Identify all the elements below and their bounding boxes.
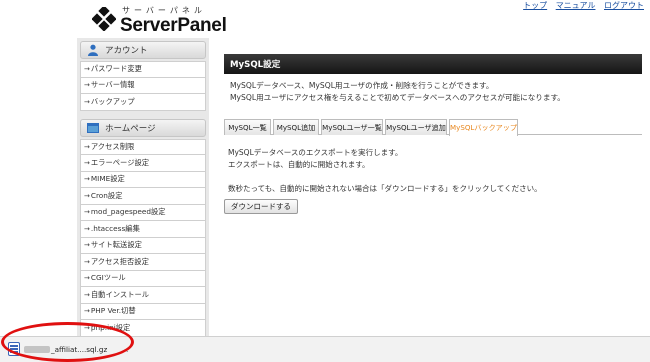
menu-label: MIME設定 [90,174,125,184]
sidebar-item-php-version[interactable]: → PHP Ver.切替 [80,303,206,320]
menu-label: パスワード変更 [90,64,142,74]
page-title: MySQL設定 [224,54,642,74]
menu-label: サイト転送設定 [90,240,142,250]
homepage-icon [87,122,99,133]
sidebar-item-htaccess[interactable]: → .htaccess編集 [80,221,206,238]
logo-diamond-icon [92,7,116,31]
menu-label: PHP Ver.切替 [90,306,136,316]
sidebar-item-access-limit[interactable]: → アクセス制限 [80,138,206,155]
arrow-icon: → [84,191,90,200]
sidebar-section-homepage: ホームページ [80,118,206,137]
sidebar-item-cgi-tools[interactable]: → CGIツール [80,270,206,287]
content-line: 数秒たっても、自動的に開始されない場合は「ダウンロードする」をクリックしてくださ… [228,184,542,193]
menu-label: php.ini設定 [90,322,131,332]
menu-label: 自動インストール [90,289,150,299]
homepage-menu: → アクセス制限 → エラーページ設定 → MIME設定 → Cron設定 → mod_p… [80,138,206,337]
arrow-icon: → [84,307,90,316]
menu-label: バックアップ [90,96,135,106]
sidebar: アカウント → パスワード変更 → サーバー情報 → バックアップ ホームページ → ア… [77,38,209,362]
arrow-icon: → [84,290,90,299]
content-line: エクスポートは、自動的に開始されます。 [228,159,370,169]
manual-link[interactable]: マニュアル [556,1,596,10]
chevron-up-icon[interactable]: ︿ [121,344,128,354]
main-panel: MySQL設定 MySQLデータベース、MySQL用ユーザの作成・削除を行うこと… [224,54,642,214]
content-line: MySQLデータベースのエクスポートを実行します。 [228,148,403,157]
sidebar-item-cron[interactable]: → Cron設定 [80,188,206,205]
arrow-icon: → [84,241,90,250]
menu-label: サーバー情報 [90,80,135,90]
menu-label: アクセス制限 [90,141,135,151]
menu-label: CGIツール [90,273,126,283]
sidebar-item-error-page[interactable]: → エラーページ設定 [80,155,206,172]
serverpanel-logo: サーバーパネル ServerPanel [92,5,232,36]
sidebar-item-auto-install[interactable]: → 自動インストール [80,287,206,304]
arrow-icon: → [84,65,90,74]
download-bar: _affiliat....sql.gz ︿ [0,336,650,362]
top-link[interactable]: トップ [523,1,547,10]
backup-content: MySQLデータベースのエクスポートを実行します。 エクスポートは、自動的に開始… [228,147,542,195]
section-title: アカウント [105,46,148,56]
logo-text: ServerPanel [120,15,227,36]
account-menu: → パスワード変更 → サーバー情報 → バックアップ [80,61,206,111]
sidebar-item-backup[interactable]: → バックアップ [80,94,206,111]
sidebar-item-server-info[interactable]: → サーバー情報 [80,77,206,94]
tab-mysql-user-add[interactable]: MySQLユーザ追加 [385,119,447,135]
arrow-icon: → [84,274,90,283]
tab-mysql-add[interactable]: MySQL追加 [273,119,319,135]
sidebar-item-redirect[interactable]: → サイト転送設定 [80,237,206,254]
description-line: MySQL用ユーザにアクセス権を与えることで初めてデータベースへのアクセスが可能… [230,93,565,102]
sidebar-item-password[interactable]: → パスワード変更 [80,61,206,78]
arrow-icon: → [84,158,90,167]
section-title: ホームページ [105,123,156,134]
arrow-icon: → [84,208,90,217]
archive-file-icon [8,342,20,356]
arrow-icon: → [84,257,90,266]
download-item[interactable]: _affiliat....sql.gz ︿ [8,342,128,356]
sidebar-item-php-ini[interactable]: → php.ini設定 [80,320,206,337]
description-line: MySQLデータベース、MySQL用ユーザの作成・削除を行うことができます。 [230,81,494,90]
menu-label: Cron設定 [90,190,123,200]
arrow-icon: → [84,323,90,332]
arrow-icon: → [84,81,90,90]
arrow-icon: → [84,175,90,184]
redacted-filename [24,345,50,353]
sidebar-section-account: アカウント [80,41,206,59]
page-description: MySQLデータベース、MySQL用ユーザの作成・削除を行うことができます。 M… [230,80,642,104]
download-button[interactable]: ダウンロードする [224,199,298,214]
arrow-icon: → [84,142,90,151]
menu-label: エラーページ設定 [90,157,150,167]
tab-bar: MySQL一覧 MySQL追加 MySQLユーザ一覧 MySQLユーザ追加 My… [224,119,642,136]
logout-link[interactable]: ログアウト [604,1,644,10]
top-links: トップ マニュアル ログアウト [517,0,644,11]
menu-label: .htaccess編集 [90,223,140,233]
sidebar-item-access-deny[interactable]: → アクセス拒否設定 [80,254,206,271]
arrow-icon: → [84,97,90,106]
tab-mysql-list[interactable]: MySQL一覧 [224,119,271,135]
sidebar-item-mime[interactable]: → MIME設定 [80,171,206,188]
menu-label: アクセス拒否設定 [90,256,149,266]
user-icon [88,44,98,56]
tab-mysql-backup[interactable]: MySQLバックアップ [449,119,518,136]
sidebar-item-pagespeed[interactable]: → mod_pagespeed設定 [80,204,206,221]
arrow-icon: → [84,224,90,233]
download-file-name: _affiliat....sql.gz [51,344,108,354]
menu-label: mod_pagespeed設定 [90,207,166,217]
tab-mysql-user-list[interactable]: MySQLユーザ一覧 [321,119,383,135]
